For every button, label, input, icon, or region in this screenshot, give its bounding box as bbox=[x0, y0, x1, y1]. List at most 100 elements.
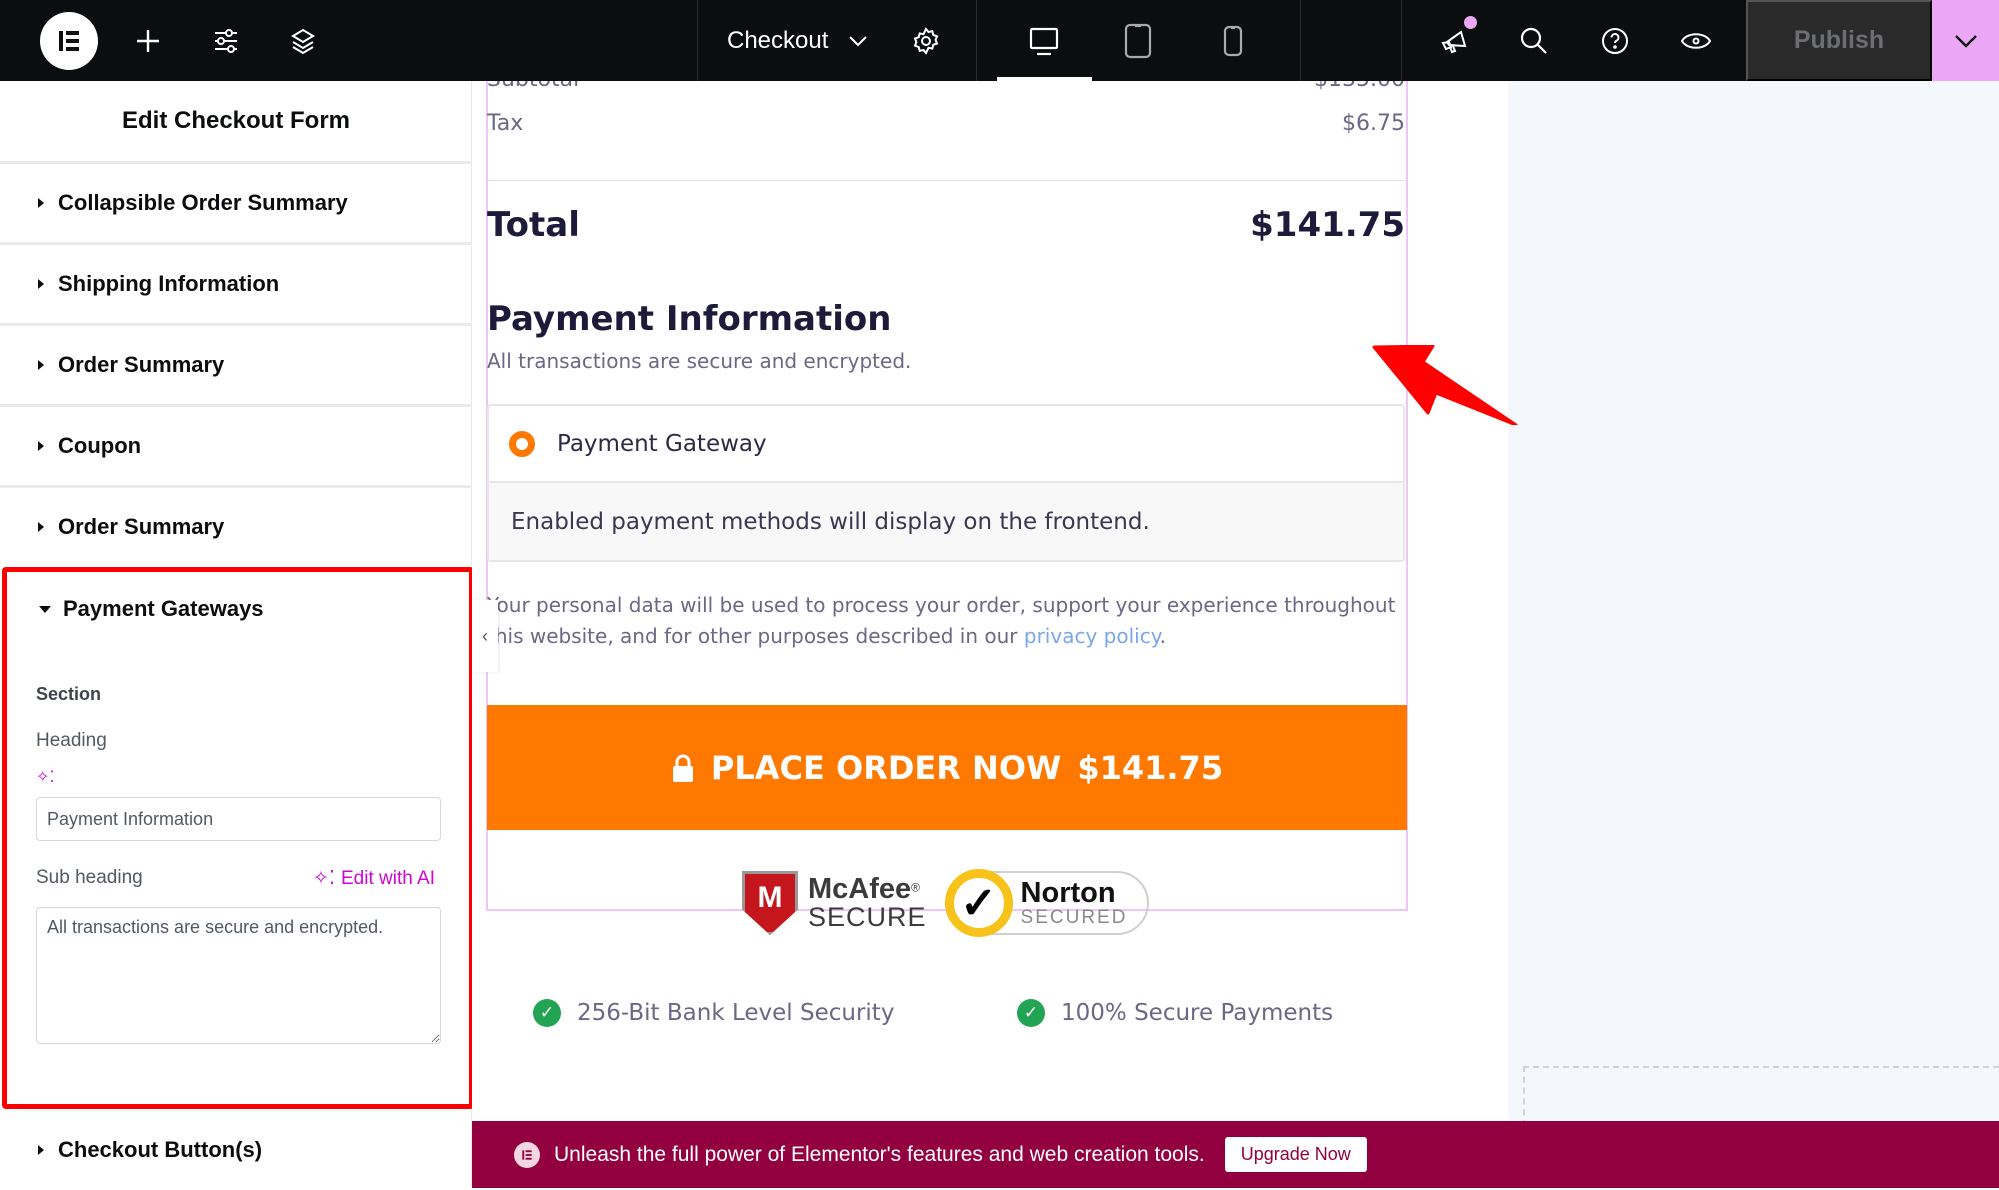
privacy-end: . bbox=[1159, 624, 1167, 648]
section-order-summary-2[interactable]: Order Summary bbox=[0, 485, 472, 565]
mobile-view-button[interactable] bbox=[1213, 0, 1253, 81]
radio-selected-icon[interactable] bbox=[509, 430, 535, 457]
desktop-view-button[interactable] bbox=[1024, 0, 1064, 81]
norton-secured: SECURED bbox=[1020, 907, 1128, 928]
total-row: Total $141.75 bbox=[487, 205, 1405, 245]
add-element-button[interactable] bbox=[128, 0, 168, 81]
edit-with-ai-button[interactable]: ✧⁚ Edit with AI bbox=[313, 867, 435, 890]
elementor-logo-icon bbox=[59, 31, 79, 51]
mcafee-badge: M McAfee® SECURE bbox=[742, 871, 927, 935]
caret-right-icon bbox=[38, 278, 44, 289]
caret-down-icon bbox=[39, 605, 51, 613]
privacy-text: Your personal data will be used to proce… bbox=[487, 593, 1396, 648]
page-name: Checkout bbox=[727, 26, 829, 54]
registered-mark: ® bbox=[911, 880, 920, 895]
security-point-label: 100% Secure Payments bbox=[1061, 1000, 1334, 1026]
section-shipping-information[interactable]: Shipping Information bbox=[0, 242, 472, 322]
section-label: Shipping Information bbox=[58, 270, 280, 296]
payment-gateways-toggle[interactable]: Payment Gateways bbox=[39, 596, 264, 622]
desktop-icon bbox=[1029, 27, 1059, 55]
caret-right-icon bbox=[38, 440, 44, 451]
section-label: Coupon bbox=[58, 432, 142, 458]
elementor-logo[interactable] bbox=[40, 12, 98, 70]
top-bar: Checkout Publish bbox=[0, 0, 1999, 81]
section-checkout-buttons[interactable]: Checkout Button(s) bbox=[0, 1110, 472, 1190]
section-label: Checkout Button(s) bbox=[58, 1137, 263, 1162]
subtotal-value: $135.00 bbox=[1314, 81, 1405, 92]
section-label: Order Summary bbox=[58, 513, 225, 539]
chevron-down-icon bbox=[849, 35, 868, 46]
drop-zone[interactable] bbox=[1523, 1066, 1999, 1126]
site-settings-button[interactable] bbox=[206, 0, 246, 81]
sliders-icon bbox=[215, 28, 237, 53]
norton-badge: ✓ Norton SECURED bbox=[944, 869, 1150, 937]
mcafee-shield-icon: M bbox=[742, 871, 798, 935]
upgrade-now-button[interactable]: Upgrade Now bbox=[1224, 1137, 1367, 1172]
publish-button[interactable]: Publish bbox=[1746, 0, 1932, 81]
tablet-icon bbox=[1124, 23, 1152, 58]
finder-button[interactable] bbox=[1514, 0, 1554, 81]
chevron-down-icon bbox=[1954, 34, 1977, 48]
control-section-heading: Section bbox=[36, 684, 102, 704]
canvas-empty-area bbox=[1508, 81, 1999, 1121]
publish-options-button[interactable] bbox=[1932, 0, 1999, 81]
payment-subheading: All transactions are secure and encrypte… bbox=[487, 349, 912, 373]
preview-button[interactable] bbox=[1676, 0, 1716, 81]
banner-message: Unleash the full power of Elementor's fe… bbox=[554, 1142, 1205, 1166]
payment-gateway-option[interactable]: Payment Gateway bbox=[489, 406, 1403, 483]
gateway-label: Payment Gateway bbox=[557, 430, 767, 457]
gear-icon bbox=[913, 26, 939, 55]
megaphone-icon bbox=[1441, 29, 1467, 53]
mcafee-secure: SECURE bbox=[808, 902, 927, 932]
eye-icon bbox=[1680, 32, 1712, 49]
mcafee-name: McAfee bbox=[808, 873, 912, 905]
divider bbox=[487, 180, 1405, 181]
place-order-button[interactable]: PLACE ORDER NOW $141.75 bbox=[487, 705, 1407, 830]
whats-new-button[interactable] bbox=[1435, 0, 1475, 81]
section-payment-gateways: Payment Gateways Section Heading ✧⁚ Sub … bbox=[2, 567, 474, 1109]
notification-dot bbox=[1464, 16, 1477, 29]
subheading-textarea[interactable]: All transactions are secure and encrypte… bbox=[36, 907, 441, 1044]
ai-sparkle-icon: ✧⁚ bbox=[313, 868, 335, 889]
section-label: Order Summary bbox=[58, 351, 225, 377]
divider bbox=[1401, 0, 1402, 81]
subtotal-label: Subtotal bbox=[487, 81, 579, 92]
divider bbox=[1300, 0, 1301, 81]
ai-sparkle-icon[interactable]: ✧⁚ bbox=[36, 767, 55, 787]
preview-canvas: Subtotal $135.00 Tax $6.75 Total $141.75… bbox=[472, 81, 1508, 1121]
tablet-view-button[interactable] bbox=[1118, 0, 1158, 81]
security-point: ✓ 100% Secure Payments bbox=[1017, 999, 1333, 1027]
heading-input[interactable] bbox=[36, 797, 441, 841]
structure-button[interactable] bbox=[283, 0, 323, 81]
total-label: Total bbox=[487, 205, 580, 245]
norton-check-icon: ✓ bbox=[944, 869, 1013, 937]
section-label: Collapsible Order Summary bbox=[58, 189, 348, 215]
total-value: $141.75 bbox=[1250, 205, 1405, 245]
upgrade-banner: Unleash the full power of Elementor's fe… bbox=[472, 1121, 1999, 1188]
mcafee-text: McAfee® SECURE bbox=[808, 875, 927, 931]
trust-badges: M McAfee® SECURE ✓ Norton SECURED bbox=[742, 869, 1150, 937]
caret-right-icon bbox=[38, 1145, 44, 1155]
security-point: ✓ 256-Bit Bank Level Security bbox=[533, 999, 894, 1027]
caret-right-icon bbox=[38, 521, 44, 532]
page-settings-button[interactable] bbox=[906, 0, 946, 81]
help-button[interactable] bbox=[1595, 0, 1635, 81]
section-coupon[interactable]: Coupon bbox=[0, 404, 472, 484]
norton-text: Norton SECURED bbox=[1020, 879, 1128, 928]
annotation-arrow-icon bbox=[1372, 345, 1518, 425]
payment-heading: Payment Information bbox=[487, 299, 892, 339]
collapse-panel-button[interactable]: ‹ bbox=[472, 600, 498, 672]
divider bbox=[697, 0, 698, 81]
check-circle-icon: ✓ bbox=[533, 999, 561, 1027]
editor-panel: Edit Checkout Form Collapsible Order Sum… bbox=[0, 81, 474, 1190]
divider bbox=[976, 0, 977, 81]
caret-right-icon bbox=[38, 197, 44, 208]
security-point-label: 256-Bit Bank Level Security bbox=[577, 1000, 895, 1026]
page-selector[interactable]: Checkout bbox=[727, 0, 868, 81]
tax-label: Tax bbox=[487, 111, 524, 136]
lock-icon bbox=[672, 754, 693, 782]
tax-value: $6.75 bbox=[1342, 111, 1405, 136]
section-order-summary[interactable]: Order Summary bbox=[0, 323, 472, 403]
section-collapsible-order-summary[interactable]: Collapsible Order Summary bbox=[0, 161, 472, 241]
privacy-policy-link[interactable]: privacy policy bbox=[1024, 624, 1160, 648]
